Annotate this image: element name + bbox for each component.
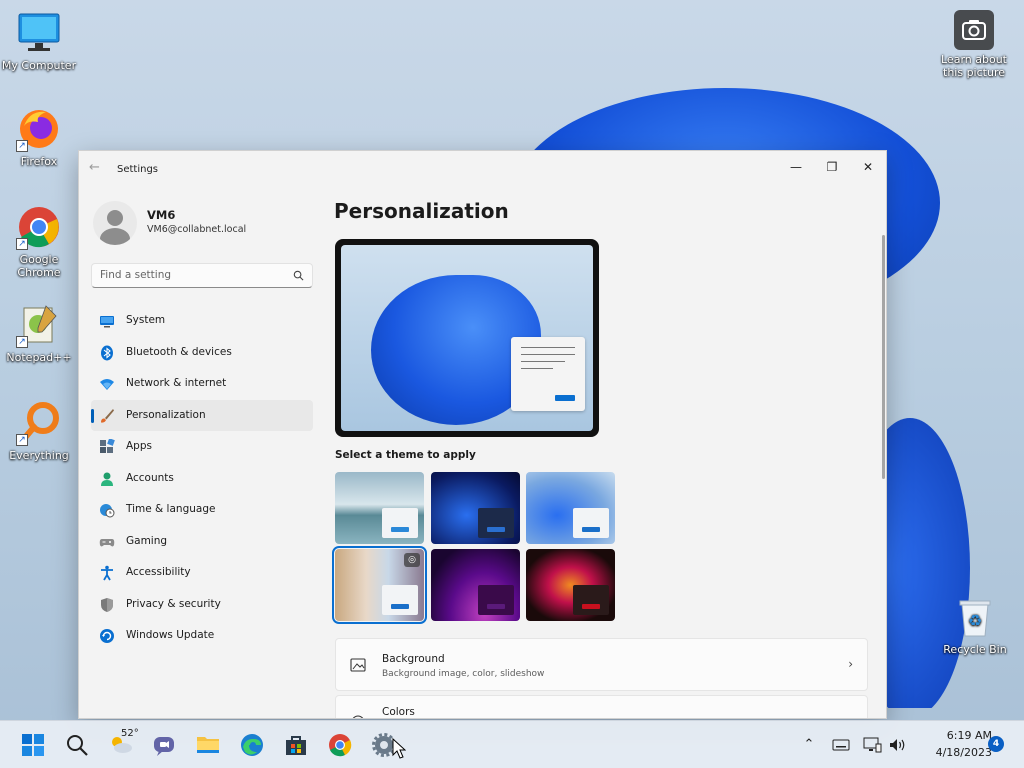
sidebar: VM6 VM6@collabnet.local Find a setting S… — [79, 191, 323, 718]
desktop-icon-label: Recycle Bin — [943, 643, 1007, 656]
themes-label: Select a theme to apply — [335, 449, 476, 461]
start-icon[interactable] — [20, 732, 46, 758]
learn-about-picture-label: Learn about this picture — [941, 53, 1007, 79]
mouse-cursor-icon — [392, 738, 406, 759]
desktop-icon-label: Google Chrome — [17, 253, 61, 279]
sidebar-item-privacy[interactable]: Privacy & security — [91, 589, 313, 621]
maximize-button[interactable]: ❐ — [815, 155, 849, 179]
theme-preview — [335, 239, 599, 437]
main-content: Personalization Select a theme to apply — [323, 183, 886, 718]
sidebar-item-system[interactable]: System — [91, 305, 313, 337]
search-placeholder: Find a setting — [100, 269, 172, 281]
setting-background[interactable]: Background Background image, color, slid… — [335, 638, 868, 691]
sidebar-item-apps[interactable]: Apps — [91, 431, 313, 463]
theme-spotlight[interactable]: ◎ — [332, 546, 427, 624]
bluetooth-icon — [101, 345, 113, 360]
learn-about-picture[interactable]: Learn about this picture — [935, 10, 1013, 79]
desktop-icon-notepadpp[interactable]: ↗ Notepad++ — [0, 302, 78, 364]
theme-dark-bloom[interactable] — [431, 472, 520, 544]
preview-window — [511, 337, 585, 411]
network-icon[interactable] — [862, 735, 882, 755]
sidebar-item-time-language[interactable]: Time & language — [91, 494, 313, 526]
desktop-icon-my-computer[interactable]: My Computer — [0, 10, 78, 72]
account-icon — [101, 472, 113, 486]
title-bar: ← Settings — ❐ ✕ — [79, 151, 886, 183]
theme-glow[interactable] — [431, 549, 520, 621]
teams-chat-icon[interactable] — [151, 732, 177, 758]
svg-text:♻: ♻ — [968, 611, 982, 630]
setting-colors[interactable]: Colors › — [335, 695, 868, 718]
desktop-icon-firefox[interactable]: ↗ Firefox — [0, 106, 78, 168]
theme-lake[interactable] — [335, 472, 424, 544]
accessibility-icon — [101, 565, 113, 581]
chrome-icon: ↗ — [16, 204, 62, 250]
page-title: Personalization — [334, 199, 509, 223]
file-explorer-icon[interactable] — [195, 732, 221, 758]
theme-flower[interactable] — [526, 549, 615, 621]
wifi-icon — [100, 379, 114, 390]
nav-list: System Bluetooth & devices Network & int… — [91, 305, 313, 652]
desktop-icon-chrome[interactable]: ↗ Google Chrome — [0, 204, 78, 279]
weather-temperature: 52° — [121, 728, 139, 739]
clock-date[interactable]: 4/18/2023 — [916, 746, 992, 759]
sidebar-item-accounts[interactable]: Accounts — [91, 463, 313, 495]
desktop-icon-recycle-bin[interactable]: ♻ Recycle Bin — [936, 594, 1014, 656]
avatar[interactable] — [93, 201, 137, 245]
notepadpp-icon: ↗ — [16, 302, 62, 348]
picture-icon — [350, 658, 366, 672]
sidebar-item-personalization[interactable]: Personalization — [91, 399, 313, 431]
monitor-icon — [16, 10, 62, 56]
search-icon[interactable] — [64, 732, 90, 758]
store-icon[interactable] — [283, 732, 309, 758]
taskbar: ⌃ 6:19 AM 4/18/2023 — [0, 720, 1024, 768]
keyboard-icon[interactable] — [831, 735, 851, 755]
user-name: VM6 — [147, 208, 176, 222]
user-email: VM6@collabnet.local — [147, 224, 247, 235]
back-arrow-icon[interactable]: ← — [89, 161, 105, 175]
close-button[interactable]: ✕ — [851, 155, 885, 179]
sidebar-item-accessibility[interactable]: Accessibility — [91, 557, 313, 589]
sidebar-item-gaming[interactable]: Gaming — [91, 526, 313, 558]
notification-badge[interactable]: 4 — [988, 736, 1004, 752]
chrome-icon[interactable] — [327, 732, 353, 758]
window-title: Settings — [117, 164, 159, 175]
desktop-icon-everything[interactable]: ↗ Everything — [0, 400, 78, 462]
search-input[interactable]: Find a setting — [91, 263, 313, 288]
camera-icon — [954, 10, 994, 50]
everything-search-icon: ↗ — [16, 400, 62, 446]
sidebar-item-bluetooth[interactable]: Bluetooth & devices — [91, 337, 313, 369]
camera-icon: ◎ — [404, 553, 420, 567]
shortcut-arrow-icon: ↗ — [16, 336, 28, 348]
firefox-icon: ↗ — [16, 106, 62, 152]
shield-icon — [101, 597, 113, 612]
minimize-button[interactable]: — — [779, 155, 813, 179]
gamepad-icon — [99, 538, 115, 546]
scrollbar[interactable] — [882, 235, 885, 479]
system-monitor-icon — [100, 316, 114, 328]
theme-light-bloom[interactable] — [526, 472, 615, 544]
desktop-icon-label: Notepad++ — [6, 351, 72, 364]
settings-window: ← Settings — ❐ ✕ VM6 VM6@collabnet.local… — [78, 150, 887, 719]
recycle-bin-icon: ♻ — [952, 594, 998, 640]
update-icon — [100, 629, 114, 643]
sidebar-item-windows-update[interactable]: Windows Update — [91, 620, 313, 652]
chevron-right-icon: › — [848, 714, 853, 718]
shortcut-arrow-icon: ↗ — [16, 140, 28, 152]
paintbrush-icon — [101, 408, 114, 423]
search-icon — [293, 270, 304, 281]
desktop-icon-label: Firefox — [20, 155, 58, 168]
shortcut-arrow-icon: ↗ — [16, 238, 28, 250]
desktop-icon-label: My Computer — [1, 59, 77, 72]
shortcut-arrow-icon: ↗ — [16, 434, 28, 446]
chevron-right-icon: › — [848, 657, 853, 671]
palette-icon — [352, 715, 364, 718]
volume-icon[interactable] — [887, 735, 907, 755]
sidebar-item-network[interactable]: Network & internet — [91, 368, 313, 400]
globe-clock-icon — [100, 504, 115, 518]
apps-grid-icon — [100, 439, 115, 453]
edge-icon[interactable] — [239, 732, 265, 758]
chevron-up-icon[interactable]: ⌃ — [799, 735, 819, 755]
clock-time[interactable]: 6:19 AM — [916, 729, 992, 742]
desktop-icon-label: Everything — [9, 449, 69, 462]
